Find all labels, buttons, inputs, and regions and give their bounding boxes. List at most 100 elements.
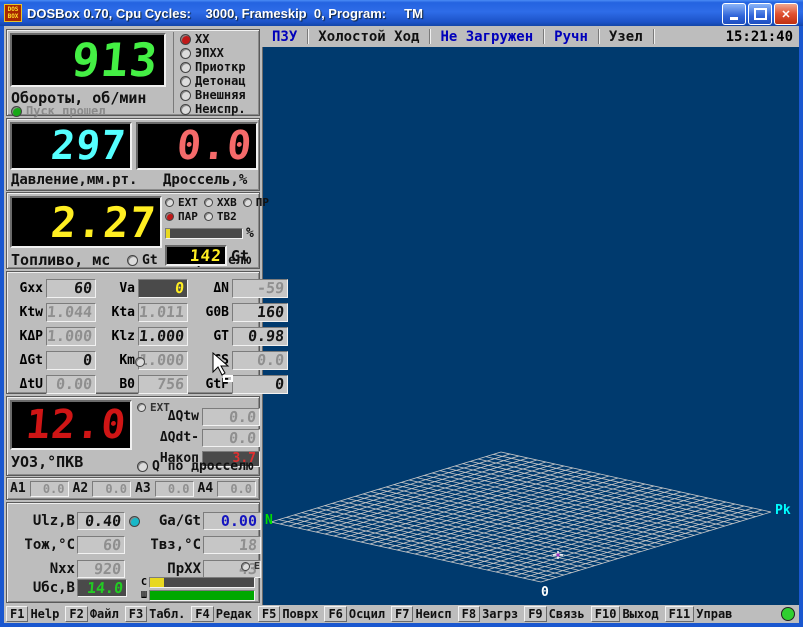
coeff-field-GS[interactable]: 0.0 [232,351,288,370]
gt-throttle-radio-circle[interactable] [127,255,138,266]
ulz-label: Ulz,B [13,513,75,529]
fkey-label: Загрз [480,607,518,621]
flag-ext[interactable]: EXT [165,196,198,209]
coeff-field-ΔN[interactable]: -59 [232,279,288,298]
a3-field[interactable]: 0.0 [155,481,194,497]
coeff-field-Ktw[interactable]: 1.044 [46,303,96,322]
tozh-field[interactable]: 60 [77,536,125,554]
fkey-f5[interactable]: F5Поврх [258,606,319,622]
menu-item-1[interactable]: Холостой Ход [308,29,429,45]
radio-circle[interactable] [180,34,191,45]
dqdt-field[interactable]: 0.0 [202,429,260,447]
coeff-field-Klz[interactable]: 1.000 [138,327,188,346]
coeff-field-KΔP[interactable]: 1.000 [46,327,96,346]
fkey-button[interactable]: F11 [665,606,695,622]
surface-plot-area[interactable]: N Pk 0 [262,47,799,605]
coeff-label-Kta: Kta [99,305,135,320]
menu-item-4[interactable]: Узел [599,29,653,45]
radio-circle[interactable] [180,76,191,87]
coeff-field-ΔtU[interactable]: 0.00 [46,375,96,394]
radio-circle[interactable] [180,48,191,59]
fkey-button[interactable]: F6 [324,606,346,622]
fkey-f6[interactable]: F6Осцил [324,606,385,622]
fkey-button[interactable]: F9 [524,606,546,622]
fkey-button[interactable]: F3 [125,606,147,622]
close-button[interactable]: ✕ [774,3,798,25]
nxx-field[interactable]: 920 [77,560,125,578]
coeff-field-GT[interactable]: 0.98 [232,327,288,346]
fkey-button[interactable]: F1 [6,606,28,622]
fkey-button[interactable]: F10 [591,606,621,622]
coeff-label-ΔtU: ΔtU [10,377,43,392]
gt-value: 142 [189,246,226,265]
mode-radio-приоткр[interactable]: Приоткр [180,60,266,74]
coeff-field-Va[interactable]: 0 [138,279,188,298]
coeff-field-Km[interactable]: 1.000 [138,351,188,370]
fkey-button[interactable]: F8 [458,606,480,622]
rpm-panel: 913 Обороты, об/мин Пуск прошел XXЭПХХПр… [6,29,260,116]
fkey-label: Help [28,607,59,621]
radio-circle[interactable] [180,90,191,101]
fkey-f11[interactable]: F11Управ [665,606,733,622]
dqtw-field[interactable]: 0.0 [202,408,260,426]
q-throttle-radio[interactable]: Q по дросселю [137,459,254,474]
minimize-button[interactable] [722,3,746,25]
menu-item-3[interactable]: Ручн [544,29,598,45]
e-radio[interactable]: E [241,561,260,572]
coeff-value: 60 [73,279,93,297]
fkey-f8[interactable]: F8Загрз [458,606,519,622]
tvz-field[interactable]: 18 [203,536,261,554]
mode-radio-xx[interactable]: XX [180,32,266,46]
fkey-button[interactable]: F4 [191,606,213,622]
menu-item-0[interactable]: ПЗУ [262,29,307,45]
flag-par[interactable]: ПАР [165,210,198,223]
radio-circle[interactable] [180,62,191,73]
fkey-f7[interactable]: F7Неисп [391,606,452,622]
coeff-field-Gxx[interactable]: 60 [46,279,96,298]
mode-radio-неиспр.[interactable]: Неиспр. [180,102,266,116]
menu-item-2[interactable]: Не Загружен [430,29,543,45]
fkey-f2[interactable]: F2Файл [65,606,118,622]
throttle-display: 0.0 [136,122,258,170]
a2-field[interactable]: 0.0 [92,481,131,497]
flag-pr[interactable]: ПР [243,196,269,209]
maximize-button[interactable] [748,3,772,25]
gagt-field[interactable]: 0.00 [203,512,261,530]
fkey-label: Выход [620,607,658,621]
q-throttle-circle[interactable] [137,461,148,472]
coeff-field-Kta[interactable]: 1.011 [138,303,188,322]
fkey-label: Поврх [280,607,318,621]
fkey-button[interactable]: F2 [65,606,87,622]
radio-circle[interactable] [180,104,191,115]
coeff-value: 1.000 [138,327,185,345]
fkey-f3[interactable]: F3Табл. [125,606,186,622]
coeff-label-Km: Km [99,353,135,368]
fkey-button[interactable]: F7 [391,606,413,622]
a4-field[interactable]: 0.0 [217,481,256,497]
fkey-f1[interactable]: F1Help [6,606,59,622]
coeff-label-Ktw: Ktw [10,305,43,320]
fkey-f10[interactable]: F10Выход [591,606,659,622]
a1-label: A1 [10,481,26,496]
mode-radio-детонац[interactable]: Детонац [180,74,266,88]
a1-field[interactable]: 0.0 [30,481,69,497]
coeff-field-G0B[interactable]: 160 [232,303,288,322]
tvz-label: Твз,°C [143,537,201,553]
coeff-field-ΔGt[interactable]: 0 [46,351,96,370]
coeff-field-GtF[interactable]: 0 [232,375,288,394]
flag-tv2[interactable]: ТВ2 [204,210,237,223]
ubs-field: 14.0 [77,579,127,597]
dgt-radio[interactable] [135,357,145,367]
flag-xxb[interactable]: XXB [204,196,237,209]
fkey-f9[interactable]: F9Связь [524,606,585,622]
mode-label: Приоткр [195,60,246,74]
coeff-value: 1.044 [46,303,93,321]
fkey-label: Табл. [147,607,185,621]
ulz-field[interactable]: 0.40 [77,512,125,530]
mode-radio-внешняя[interactable]: Внешняя [180,88,266,102]
fkey-f4[interactable]: F4Редак [191,606,252,622]
title-bar[interactable]: DOS BOX DOSBox 0.70, Cpu Cycles: 3000, F… [0,0,803,26]
coeff-field-B0[interactable]: 756 [138,375,188,394]
fkey-button[interactable]: F5 [258,606,280,622]
mode-radio-эпхх[interactable]: ЭПХХ [180,46,266,60]
